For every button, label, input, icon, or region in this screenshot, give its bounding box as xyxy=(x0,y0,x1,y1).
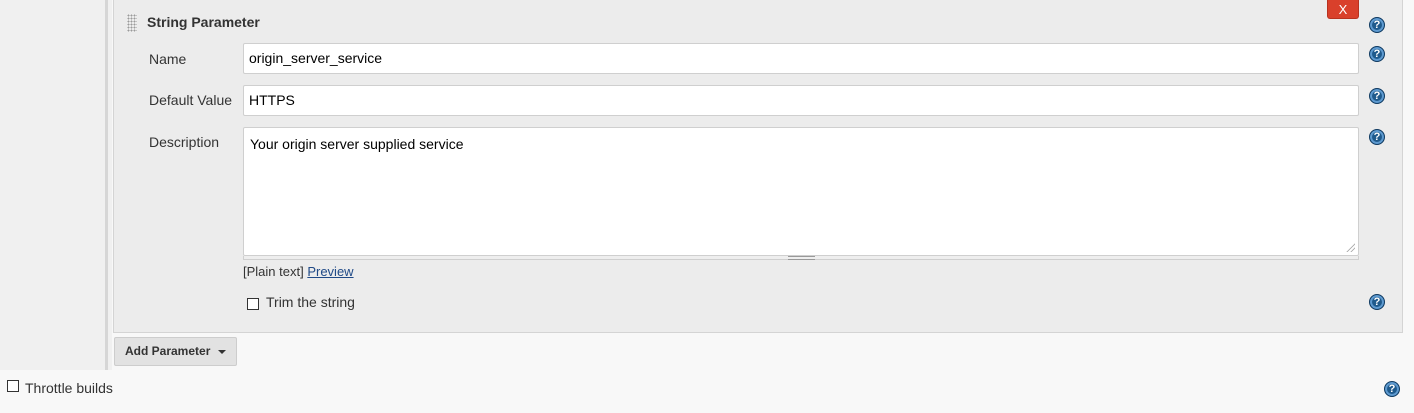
trim-checkbox[interactable] xyxy=(247,298,259,310)
help-icon[interactable]: ? xyxy=(1369,88,1385,104)
nesting-spacer xyxy=(108,0,112,370)
throttle-builds-label: Throttle builds xyxy=(25,380,113,396)
description-label: Description xyxy=(149,134,220,150)
resize-grip-icon[interactable] xyxy=(1345,242,1355,252)
add-parameter-button[interactable]: Add Parameter xyxy=(114,337,237,366)
delete-parameter-button[interactable]: X xyxy=(1327,0,1359,19)
throttle-builds-row xyxy=(0,371,1414,413)
default-value-label: Default Value xyxy=(149,92,233,108)
description-format: [Plain text] Preview xyxy=(243,264,354,279)
preview-link[interactable]: Preview xyxy=(307,264,353,279)
caret-down-icon xyxy=(218,350,226,354)
help-icon[interactable]: ? xyxy=(1369,129,1385,145)
help-icon[interactable]: ? xyxy=(1369,46,1385,62)
description-textarea[interactable]: Your origin server supplied service xyxy=(243,127,1359,256)
name-field[interactable]: origin_server_service xyxy=(243,43,1359,74)
plain-text-label: [Plain text] xyxy=(243,264,304,279)
default-value-field[interactable]: HTTPS xyxy=(243,85,1359,116)
help-icon[interactable]: ? xyxy=(1369,294,1385,310)
parameter-title: String Parameter xyxy=(147,14,260,30)
help-icon[interactable]: ? xyxy=(1369,17,1385,33)
left-gutter xyxy=(0,0,105,370)
help-icon[interactable]: ? xyxy=(1384,381,1400,397)
drag-handle-icon[interactable] xyxy=(127,14,137,32)
add-parameter-label: Add Parameter xyxy=(125,344,211,358)
trim-label: Trim the string xyxy=(266,294,355,310)
resize-grip-icon xyxy=(788,256,815,260)
throttle-builds-checkbox[interactable] xyxy=(7,380,19,392)
name-label: Name xyxy=(149,51,187,67)
